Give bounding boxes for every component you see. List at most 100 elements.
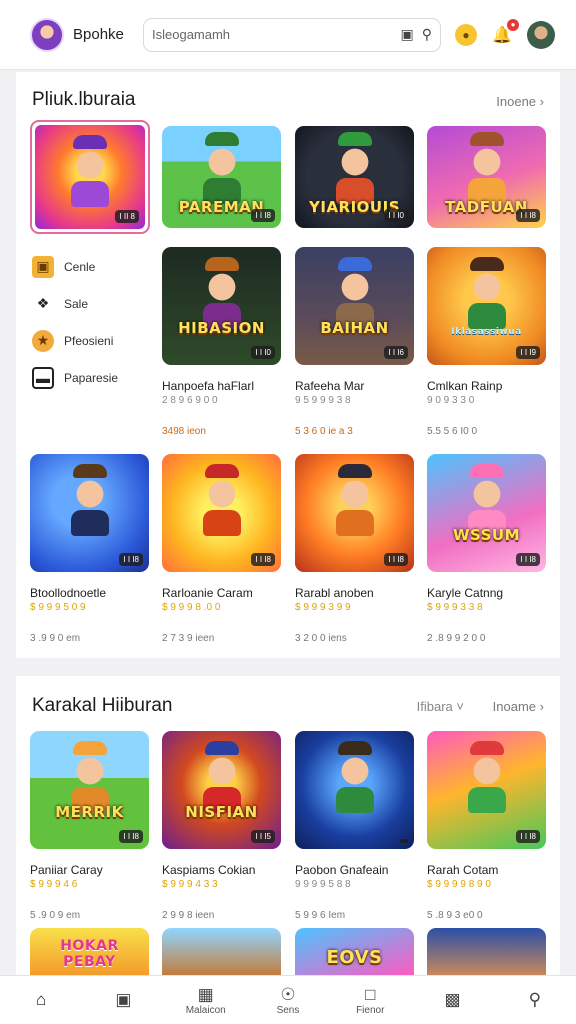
- game-card[interactable]: YIARIOUIS I I I0: [295, 126, 414, 228]
- game-price: 2 7 3 9 ieen: [162, 633, 215, 644]
- game-thumbnail: WSSUM I I I8: [427, 454, 546, 572]
- game-price: 3 .9 9 0 em: [30, 633, 81, 644]
- section-title: Pliuk.lburaia: [32, 89, 136, 110]
- laptop-icon: ▬: [32, 366, 54, 389]
- nav-gallery[interactable]: ▩: [411, 976, 493, 1024]
- game-title: Rarah Cotam: [427, 863, 499, 877]
- category-item[interactable]: ❖ Sale: [32, 285, 118, 322]
- game-card[interactable]: WSSUM I I I8 Karyle Catnng $ 9 9 9 3 3 8…: [427, 454, 546, 644]
- section-entertainment: Karakal Hiiburan Ifibara ˅ Inoame › MERR…: [16, 676, 560, 976]
- game-thumbnail: I I I8: [162, 454, 281, 572]
- trophy-icon: ★: [32, 329, 54, 352]
- tag-icon: ❖: [36, 295, 50, 311]
- category-list: ▣ Cenle ❖ Sale ★ Pfeosieni ▬ Paparesie: [32, 248, 118, 396]
- search-icon[interactable]: ⚲: [422, 26, 432, 43]
- game-card[interactable]: BAIHAN I I I6 Rafeeha Mar 9 5 9 9 9 3 8 …: [295, 247, 414, 437]
- game-thumbnail: NISFIAN I I I5: [162, 731, 281, 849]
- game-card[interactable]: Iklasassiwua I I I9 Cmlkan Rainp 9 0 9 3…: [427, 247, 546, 437]
- game-price: 3498 ieon: [162, 426, 206, 437]
- grid-icon: ▦: [197, 984, 214, 1004]
- see-all-link[interactable]: Inoame ›: [493, 699, 544, 714]
- thumb-art-text: EOVS: [326, 947, 383, 968]
- character-art: [329, 257, 380, 329]
- scan-icon[interactable]: ▣: [401, 26, 414, 43]
- game-rating: $ 9 9 9 5 0 9: [30, 602, 86, 613]
- search-icon: ⚲: [528, 990, 542, 1009]
- game-title: Paobon Gnafeain: [295, 863, 389, 877]
- game-thumbnail: TADFUAN I I I8: [427, 126, 546, 228]
- nav-home[interactable]: ⌂: [0, 976, 82, 1024]
- game-price: 2 9 9 8 ieen: [162, 910, 215, 921]
- filter-dropdown[interactable]: Ifibara ˅: [417, 699, 464, 714]
- featured-game-card[interactable]: I II 8: [30, 120, 150, 234]
- game-thumbnail: I I I8: [427, 731, 546, 849]
- game-card[interactable]: I I I8 Btoollodnoetle $ 9 9 9 5 0 9 3 .9…: [30, 454, 149, 644]
- app-logo-avatar[interactable]: [30, 17, 64, 52]
- thumb-tag: I I I8: [384, 553, 408, 566]
- search-input[interactable]: [152, 27, 393, 42]
- thumb-tag: I I I8: [251, 209, 275, 222]
- game-title: Rarabl anoben: [295, 586, 374, 600]
- thumb-art-text: Iklasassiwua: [451, 327, 522, 337]
- game-card[interactable]: I I I8 Rarabl anoben $ 9 9 9 3 9 9 3 2 0…: [295, 454, 414, 644]
- character-art: [196, 132, 247, 204]
- notification-badge: ●: [507, 18, 519, 31]
- filter-label: Ifibara: [416, 699, 453, 714]
- category-label: Pfeosieni: [64, 333, 114, 348]
- see-all-link[interactable]: Inoene ›: [496, 94, 544, 109]
- game-card[interactable]: TADFUAN I I I8: [427, 126, 546, 228]
- game-rating: $ 9 9 9 8 .0 0: [162, 602, 221, 613]
- game-card[interactable]: EOVS: [295, 928, 414, 976]
- nav-label: Sens: [276, 1004, 300, 1016]
- bottom-navigation: ⌂ ▣ ▦ Malaicon ☉ Sens □ Fienor ▩ ⚲: [0, 975, 576, 1024]
- game-card[interactable]: NISFIAN I I I5 Kaspiams Cokian $ 9 9 9 4…: [162, 731, 281, 921]
- thumb-tag: I II 8: [115, 210, 139, 223]
- game-thumbnail: HIBASION I I I0: [162, 247, 281, 365]
- image-icon: ▩: [444, 990, 461, 1009]
- lightbulb-icon[interactable]: ●: [455, 23, 477, 46]
- nav-label: Fienor: [356, 1004, 385, 1016]
- thumb-tag: I I I5: [251, 830, 275, 843]
- category-item[interactable]: ▣ Cenle: [32, 248, 118, 285]
- game-card[interactable]: Paobon Gnafeain 9 9 9 9 5 8 8 5 9 9 6 Ie…: [295, 731, 414, 921]
- nav-search[interactable]: ⚲: [494, 976, 576, 1024]
- game-card[interactable]: HOKAR PEBAY: [30, 928, 149, 976]
- game-price: 2 .8 9 9 2 0 0: [427, 633, 486, 644]
- search-bar[interactable]: ▣ ⚲: [143, 17, 441, 52]
- game-thumbnail: [295, 731, 414, 849]
- game-card[interactable]: [162, 928, 281, 976]
- character-art: [65, 135, 115, 207]
- nav-malaicon[interactable]: ▦ Malaicon: [165, 976, 247, 1024]
- game-rating: $ 9 9 9 3 3 8: [427, 602, 483, 613]
- thumb-tag: [400, 839, 408, 843]
- game-card[interactable]: HIBASION I I I0 Hanpoefa haFlarl 2 8 9 6…: [162, 247, 281, 437]
- game-card[interactable]: PAREMAN I I I8: [162, 126, 281, 228]
- gamepad-icon: ▣: [32, 255, 54, 278]
- game-price: 5 .8 9 3 e0 0: [427, 910, 483, 921]
- character-art: [196, 464, 247, 536]
- see-all-label: Inoene: [496, 94, 537, 109]
- chat-icon: ▣: [115, 990, 132, 1009]
- thumb-tag: I I I0: [251, 346, 275, 359]
- thumb-tag: I I I8: [516, 830, 540, 843]
- notification-bell-icon[interactable]: 🔔 ●: [491, 18, 519, 46]
- game-rating: $ 9 9 9 3 9 9: [295, 602, 351, 613]
- game-title: Cmlkan Rainp: [427, 379, 503, 393]
- game-card[interactable]: [427, 928, 546, 976]
- user-avatar[interactable]: [527, 20, 555, 49]
- nav-chat[interactable]: ▣: [82, 976, 164, 1024]
- character-art: [64, 741, 115, 813]
- nav-sens[interactable]: ☉ Sens: [247, 976, 329, 1024]
- category-label: Paparesie: [64, 370, 119, 385]
- nav-fienor[interactable]: □ Fienor: [329, 976, 411, 1024]
- game-title: Hanpoefa haFlarl: [162, 379, 255, 393]
- character-art: [461, 464, 512, 536]
- game-subtitle: 9 0 9 3 3 0: [427, 395, 475, 406]
- category-item[interactable]: ★ Pfeosieni: [32, 322, 118, 359]
- game-card[interactable]: I I I8 Rarah Cotam $ 9 9 9 9 8 9 0 5 .8 …: [427, 731, 546, 921]
- thumb-tag: I I I6: [384, 346, 408, 359]
- game-card[interactable]: I I I8 Rarloanie Caram $ 9 9 9 8 .0 0 2 …: [162, 454, 281, 644]
- see-all-label: Inoame: [492, 699, 537, 714]
- game-card[interactable]: MERRIK I I I8 Paniiar Caray $ 9 9 9 4 6 …: [30, 731, 149, 921]
- category-item[interactable]: ▬ Paparesie: [32, 359, 118, 396]
